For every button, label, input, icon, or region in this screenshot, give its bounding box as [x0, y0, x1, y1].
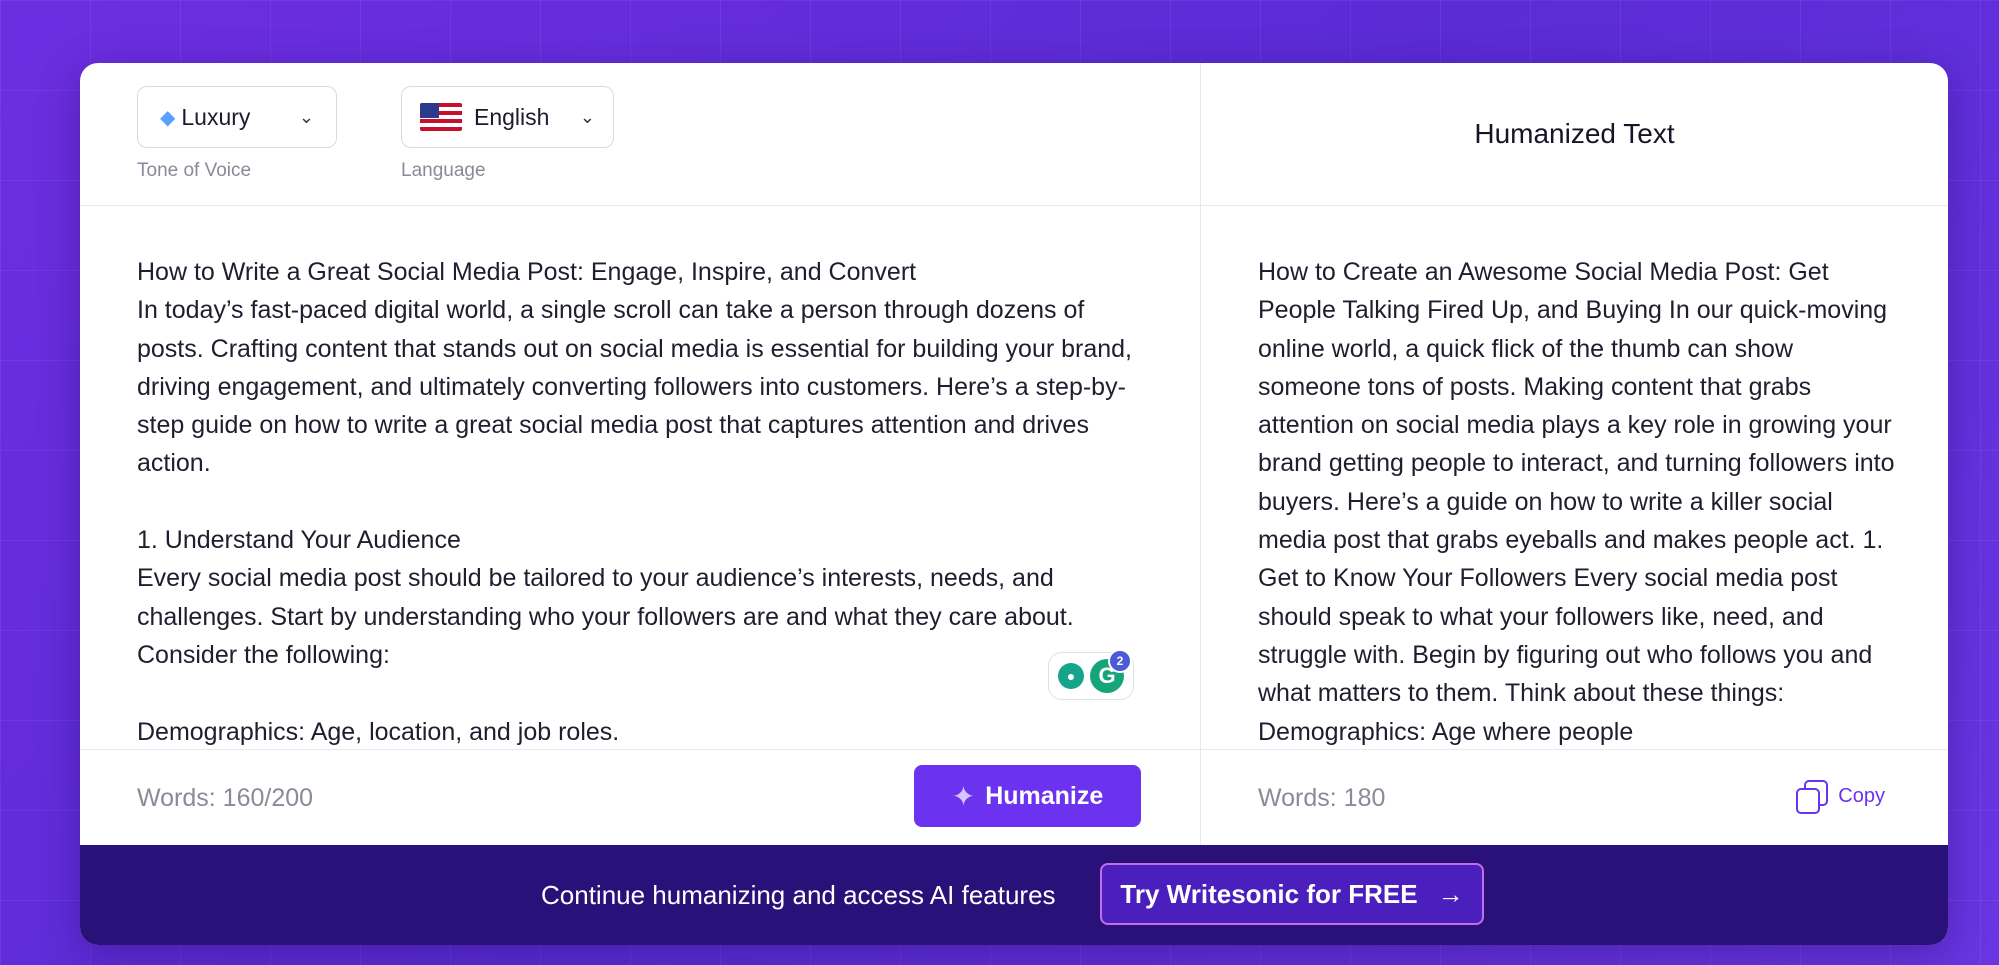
input-header: ◆ Luxury ⌄ Tone of Voice English ⌄ Langu… [80, 63, 1200, 206]
sparkle-icon: ✦ [951, 780, 976, 812]
input-word-count: Words: 160/200 [137, 784, 314, 812]
humanize-button-label: Humanize [985, 781, 1104, 810]
us-flag-icon [420, 103, 462, 131]
language-value: English [474, 103, 550, 130]
lightbulb-icon[interactable]: ● [1058, 663, 1084, 689]
output-word-count: Words: 180 [1258, 784, 1386, 812]
humanize-button[interactable]: ✦ Humanize [914, 765, 1141, 827]
copy-button[interactable]: Copy [1796, 780, 1885, 814]
banner-text: Continue humanizing and access AI featur… [541, 879, 1056, 910]
tone-dropdown[interactable]: ◆ Luxury ⌄ [137, 86, 337, 148]
output-text: How to Create an Awesome Social Media Po… [1258, 258, 1895, 746]
tone-label: Tone of Voice [137, 160, 252, 181]
input-footer: Words: 160/200 ✦ Humanize [80, 749, 1200, 846]
copy-icon [1796, 780, 1829, 814]
language-dropdown[interactable]: English ⌄ [401, 86, 614, 148]
humanizer-card: ◆ Luxury ⌄ Tone of Voice English ⌄ Langu… [80, 63, 1948, 945]
copy-button-label: Copy [1838, 784, 1885, 807]
cta-label: Try Writesonic for FREE [1120, 878, 1418, 909]
gem-icon: ◆ [160, 106, 176, 129]
tone-dropdown-group: ◆ Luxury ⌄ Tone of Voice [137, 86, 337, 182]
language-label: Language [401, 160, 486, 181]
grammarly-widget[interactable]: ● G 2 [1048, 649, 1134, 700]
tone-value: Luxury [181, 103, 251, 130]
promo-banner: Continue humanizing and access AI featur… [80, 845, 1948, 945]
chevron-down-icon: ⌄ [298, 106, 314, 127]
try-writesonic-button[interactable]: Try Writesonic for FREE → [1100, 863, 1484, 925]
output-header: Humanized Text [1201, 63, 1948, 206]
arrow-right-icon: → [1437, 878, 1464, 909]
output-title: Humanized Text [1474, 118, 1675, 149]
grammarly-badge: 2 [1108, 649, 1132, 673]
language-dropdown-group: English ⌄ Language [401, 86, 614, 182]
chevron-down-icon: ⌄ [579, 106, 595, 127]
output-panel: Humanized Text How to Create an Awesome … [1201, 63, 1948, 846]
input-panel: ◆ Luxury ⌄ Tone of Voice English ⌄ Langu… [80, 63, 1200, 846]
input-textarea[interactable]: How to Write a Great Social Media Post: … [137, 253, 1147, 813]
grammarly-icon[interactable]: G 2 [1090, 649, 1132, 693]
output-footer: Words: 180 Copy [1201, 749, 1948, 846]
